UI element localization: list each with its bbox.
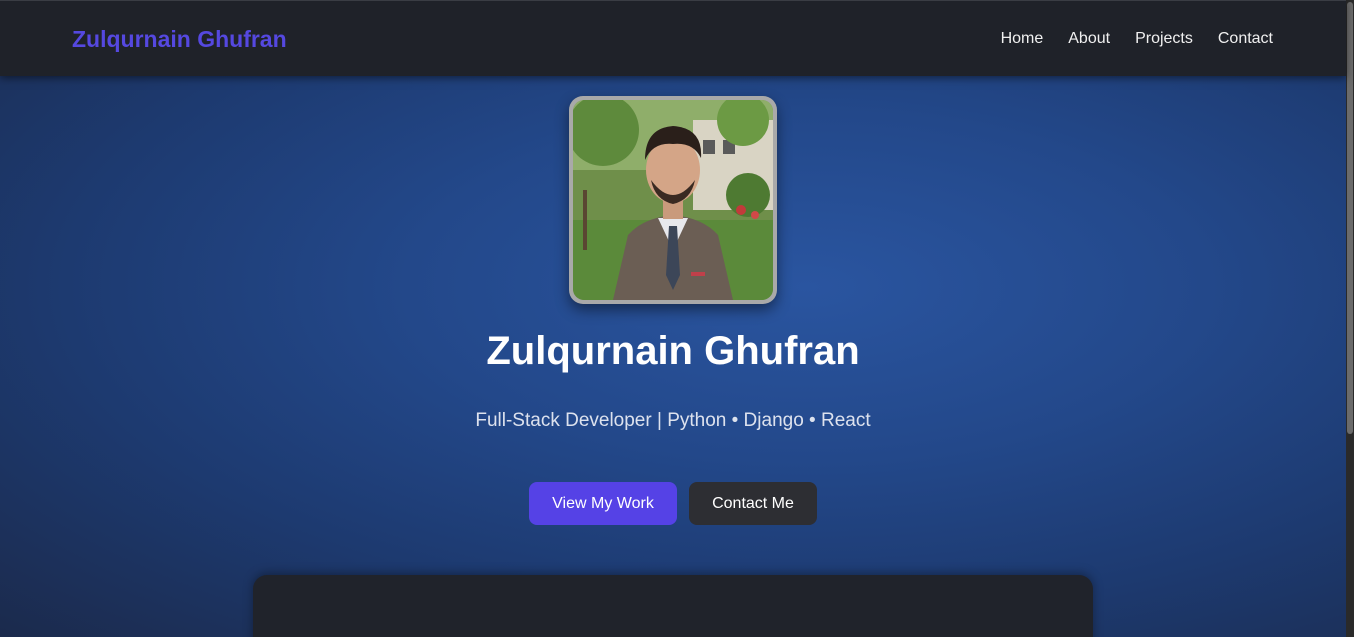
nav-links: Home About Projects Contact	[1001, 30, 1273, 48]
view-my-work-button[interactable]: View My Work	[529, 482, 677, 525]
hero-tagline: Full-Stack Developer | Python • Django •…	[475, 410, 871, 431]
scrollbar[interactable]	[1346, 0, 1354, 637]
hero-name: Zulqurnain Ghufran	[486, 329, 860, 373]
profile-photo	[573, 100, 773, 300]
nav-link-about[interactable]: About	[1068, 30, 1110, 48]
scrollbar-thumb[interactable]	[1347, 2, 1353, 434]
brand-logo-link[interactable]: Zulqurnain Ghufran	[72, 26, 287, 53]
contact-me-button[interactable]: Contact Me	[689, 482, 817, 525]
nav-link-contact[interactable]: Contact	[1218, 30, 1273, 48]
nav-link-projects[interactable]: Projects	[1135, 30, 1193, 48]
nav-link-home[interactable]: Home	[1001, 30, 1044, 48]
avatar-frame	[569, 96, 777, 304]
navbar: Zulqurnain Ghufran Home About Projects C…	[0, 0, 1346, 76]
content-card	[253, 575, 1093, 637]
page: Zulqurnain Ghufran Home About Projects C…	[0, 0, 1346, 637]
